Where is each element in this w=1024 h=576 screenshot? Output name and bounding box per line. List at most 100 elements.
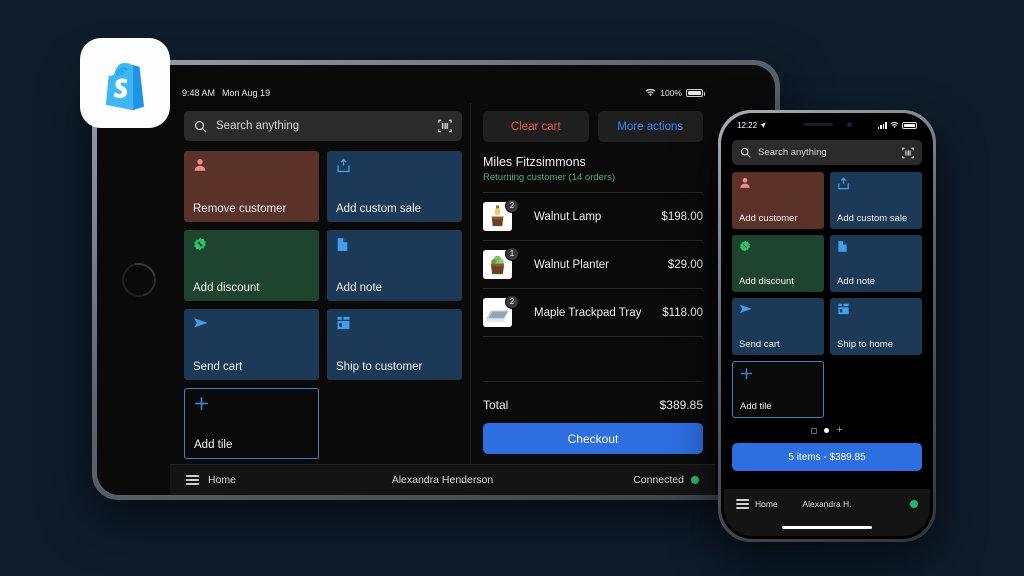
tile-ship-to-home[interactable]: Ship to home <box>830 298 922 355</box>
tile-add-custom-sale[interactable]: Add custom sale <box>830 172 922 229</box>
total-label: Total <box>483 398 509 412</box>
search-icon <box>740 147 751 158</box>
table-row[interactable]: 2 Walnut Lamp $198.00 <box>483 193 703 241</box>
tablet-body: Search anything Remove customer Add cust… <box>170 103 715 479</box>
battery-icon <box>902 122 917 129</box>
barcode-scan-icon[interactable] <box>438 119 452 133</box>
hamburger-icon <box>186 475 199 485</box>
note-page-icon <box>336 237 453 254</box>
phone-screen: 12:22 Search anything Add customer Add c… <box>724 116 930 536</box>
tile-send-cart[interactable]: Send cart <box>184 309 319 380</box>
shopify-bag-icon <box>105 63 145 111</box>
tablet-status-date: Mon Aug 19 <box>222 88 271 98</box>
status-dot-icon <box>910 500 918 508</box>
tile-label: Ship to home <box>837 339 893 350</box>
customer-name: Miles Fitzsimmons <box>483 155 586 169</box>
upload-box-icon <box>336 158 453 175</box>
tile-label: Add note <box>837 276 876 287</box>
tile-add-custom-sale[interactable]: Add custom sale <box>327 151 462 222</box>
tile-label: Send cart <box>739 339 780 350</box>
tile-remove-customer[interactable]: Remove customer <box>184 151 319 222</box>
product-price: $29.00 <box>667 258 703 271</box>
table-row[interactable]: 1 Walnut Planter $29.00 <box>483 241 703 289</box>
cart-totals: Total $389.85 Checkout <box>483 381 703 464</box>
phone-content: Search anything Add customer Add custom … <box>724 135 930 489</box>
tile-label: Add custom sale <box>837 213 908 224</box>
tile-add-tile[interactable]: Add tile <box>732 361 824 418</box>
more-actions-button[interactable]: More actions <box>597 111 703 142</box>
send-arrow-icon <box>193 316 310 333</box>
search-icon <box>195 120 207 132</box>
customer-icon <box>739 177 817 194</box>
tile-add-discount[interactable]: Add discount <box>732 235 824 292</box>
discount-badge-icon <box>739 240 817 257</box>
home-label: Home <box>208 474 237 486</box>
note-page-icon <box>837 240 915 257</box>
tile-label: Add tile <box>740 401 772 412</box>
quantity-badge: 1 <box>505 246 519 261</box>
tile-label: Add discount <box>739 276 794 287</box>
speaker-icon <box>802 123 833 126</box>
total-row: Total $389.85 <box>483 392 703 423</box>
tablet-bottom-bar: Home Alexandra Henderson Connected <box>170 464 715 495</box>
upload-box-icon <box>837 177 915 194</box>
tile-add-note[interactable]: Add note <box>327 230 462 301</box>
tile-label: Add discount <box>193 282 260 294</box>
shipping-store-icon <box>336 316 453 333</box>
product-price: $198.00 <box>661 210 703 223</box>
clear-cart-button[interactable]: Clear cart <box>483 111 589 142</box>
tile-grid: Remove customer Add custom sale Add disc… <box>184 151 462 459</box>
product-price: $118.00 <box>662 306 703 319</box>
home-indicator[interactable] <box>724 519 930 536</box>
tablet-cart-panel: Clear cart More actions Miles Fitzsimmon… <box>470 103 715 464</box>
tile-label: Add tile <box>194 439 233 451</box>
search-input[interactable]: Search anything <box>184 111 462 141</box>
customer-icon <box>193 158 310 175</box>
location-arrow-icon <box>760 122 766 129</box>
customer-status: Returning customer (14 orders) <box>483 172 615 183</box>
phone-status-time: 12:22 <box>737 121 758 130</box>
discount-badge-icon <box>193 237 310 254</box>
status-badge: Connected <box>633 474 684 486</box>
tablet-tile-panel: Search anything Remove customer Add cust… <box>170 103 470 479</box>
add-page-icon[interactable]: + <box>836 425 842 436</box>
plus-icon <box>740 367 816 384</box>
tile-ship-to-customer[interactable]: Ship to customer <box>327 309 462 380</box>
shopify-app-icon <box>80 38 170 128</box>
table-row[interactable]: 2 Maple Trackpad Tray $118.00 <box>483 289 703 337</box>
page-dot-active[interactable] <box>824 428 830 433</box>
tablet-device: 9:48 AM Mon Aug 19 100% Search anything … <box>92 60 780 500</box>
phone-bezel: 12:22 Search anything Add customer Add c… <box>721 113 933 539</box>
tile-add-discount[interactable]: Add discount <box>184 230 319 301</box>
phone-cart-button[interactable]: 5 items - $389.85 <box>732 443 922 471</box>
tile-label: Add customer <box>739 213 798 224</box>
tile-add-customer[interactable]: Add customer <box>732 172 824 229</box>
battery-icon <box>686 89 705 97</box>
connection-status[interactable]: Connected <box>633 474 699 486</box>
total-value: $389.85 <box>659 398 703 412</box>
checkout-button[interactable]: Checkout <box>483 423 703 454</box>
cart-line-items: 2 Walnut Lamp $198.00 1 Walnut Planter $… <box>483 192 703 337</box>
barcode-scan-icon[interactable] <box>902 147 914 159</box>
tile-label: Add note <box>336 282 383 294</box>
tile-add-tile[interactable]: Add tile <box>184 388 319 459</box>
send-arrow-icon <box>739 303 817 320</box>
cellular-signal-icon <box>877 122 887 129</box>
phone-search-input[interactable]: Search anything <box>732 140 922 165</box>
product-name: Maple Trackpad Tray <box>534 306 642 319</box>
quantity-badge: 2 <box>505 198 519 213</box>
search-placeholder: Search anything <box>216 120 300 132</box>
tile-send-cart[interactable]: Send cart <box>732 298 824 355</box>
tablet-battery-percent: 100% <box>660 88 682 98</box>
home-nav-button[interactable]: Home <box>186 474 236 486</box>
status-dot-icon <box>691 476 699 484</box>
phone-device: 12:22 Search anything Add customer Add c… <box>718 110 936 542</box>
page-square-icon[interactable] <box>811 427 818 434</box>
tile-add-note[interactable]: Add note <box>830 235 922 292</box>
phone-page-indicator: + <box>732 425 922 436</box>
tablet-status-bar: 9:48 AM Mon Aug 19 100% <box>170 83 715 103</box>
phone-notch <box>779 116 875 133</box>
wifi-icon <box>890 122 899 129</box>
screenshot-stage: 9:48 AM Mon Aug 19 100% Search anything … <box>0 0 1024 576</box>
plus-icon <box>194 396 309 413</box>
